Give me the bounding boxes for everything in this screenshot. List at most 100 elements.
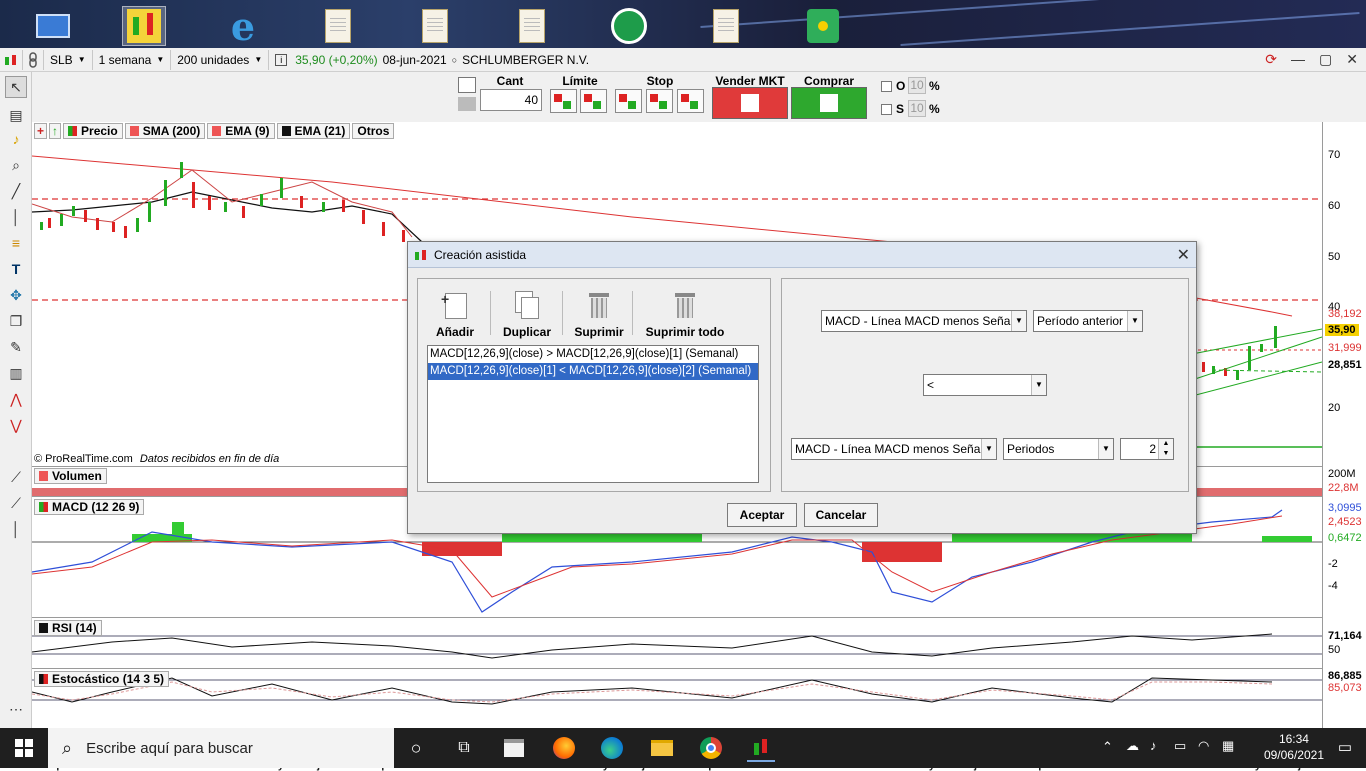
stepper-arrows-icon[interactable]: ▲ ▼ [1158, 439, 1173, 459]
task-view-icon[interactable]: ⧉ [450, 734, 478, 762]
keyboard-icon[interactable] [458, 97, 476, 111]
tray-chevron-up-icon[interactable]: ⌃ [1102, 739, 1113, 755]
stop-sell-button[interactable] [646, 89, 673, 113]
taskbar-clock[interactable]: 16:34 09/06/2021 [1264, 731, 1324, 763]
quantity-input[interactable]: 40 [480, 89, 542, 111]
ruler-icon[interactable]: ▤ [5, 104, 27, 126]
wrench-icon[interactable] [458, 77, 476, 93]
period-combo-2[interactable]: Periodos ▼ [1003, 438, 1114, 460]
notifications-icon[interactable]: ▭ [1338, 738, 1352, 756]
data-note: Datos recibidos en fin de día [139, 453, 280, 465]
info-icon[interactable]: i [275, 53, 288, 66]
o-value-input[interactable]: 10 [908, 77, 926, 94]
desktop-icon-camera[interactable] [607, 6, 651, 46]
stop-limit-button[interactable] [677, 89, 704, 113]
taskbar-search-box[interactable]: ⌕ Escribe aquí para buscar [48, 728, 394, 768]
close-icon[interactable]: ✕ [1346, 51, 1358, 68]
sell-market-button[interactable] [712, 87, 788, 119]
vertical-line-icon[interactable]: │ [5, 206, 27, 228]
copy-icon[interactable]: ❐ [5, 310, 27, 332]
restore-icon[interactable]: ▢ [1319, 51, 1332, 68]
connect-alt-icon[interactable]: ⟋ [5, 492, 27, 514]
delete-button[interactable]: Suprimir [568, 291, 630, 339]
fibonacci-icon[interactable]: ≡ [5, 232, 27, 254]
legend-otros-label: Otros [357, 124, 390, 138]
edge-icon[interactable] [598, 734, 626, 762]
indicator-combo-2[interactable]: MACD - Línea MACD menos Señal ▼ [791, 438, 997, 460]
stop-buy-button[interactable] [615, 89, 642, 113]
tray-keyboard-icon[interactable]: ▦ [1222, 738, 1234, 754]
trendline-icon[interactable]: ╱ [5, 180, 27, 202]
firefox-icon[interactable] [550, 734, 578, 762]
file-explorer-icon[interactable] [648, 734, 676, 762]
text-tool-icon[interactable]: T [5, 258, 27, 280]
stoch-title[interactable]: Estocástico (14 3 5) [34, 671, 170, 687]
desktop-icon-prorealtime[interactable] [122, 6, 166, 46]
units-selector[interactable]: 200 unidades ▼ [171, 49, 270, 70]
legend-ema21[interactable]: EMA (21) [276, 123, 351, 139]
tray-battery-icon[interactable]: ▭ [1174, 738, 1186, 754]
o-checkbox[interactable] [881, 81, 892, 92]
legend-ema9[interactable]: EMA (9) [207, 123, 275, 139]
s-value-input[interactable]: 10 [908, 100, 926, 117]
conditions-list[interactable]: MACD[12,26,9](close) > MACD[12,26,9](clo… [427, 345, 759, 483]
periods-stepper[interactable]: 2 ▲ ▼ [1120, 438, 1174, 460]
refresh-icon[interactable]: ⟳ [1265, 51, 1277, 68]
move-icon[interactable]: ✥ [5, 284, 27, 306]
macd-title[interactable]: MACD (12 26 9) [34, 499, 145, 515]
more-icon[interactable]: ⋯ [5, 698, 27, 720]
limit-sell-button[interactable] [580, 89, 607, 113]
connect-icon[interactable]: ⟋ [5, 466, 27, 488]
zoom-icon[interactable]: ⌕ [5, 154, 27, 176]
windows-start-icon[interactable] [10, 734, 38, 762]
app-logo-icon [0, 49, 23, 70]
dialog-titlebar[interactable]: Creación asistida ✕ [408, 242, 1196, 268]
buy-market-button[interactable] [791, 87, 867, 119]
add-indicator-icon[interactable]: + [34, 123, 48, 139]
minimize-icon[interactable]: — [1291, 51, 1305, 68]
desktop-icon-document[interactable] [704, 6, 748, 46]
link-icon[interactable] [23, 49, 44, 70]
trash-icon[interactable]: ▥ [5, 362, 27, 384]
add-button[interactable]: + Añadir [432, 291, 478, 339]
tray-network-alert-icon[interactable]: ☁ [1126, 738, 1139, 754]
s-checkbox[interactable] [881, 104, 892, 115]
desktop-icon-document[interactable] [413, 6, 457, 46]
volume-title[interactable]: Volumen [34, 468, 107, 484]
macd-axis-label: -4 [1328, 580, 1338, 592]
pointer-icon[interactable]: ↖ [5, 76, 27, 98]
pattern-icon[interactable]: ⋀ [5, 388, 27, 410]
duplicate-button[interactable]: Duplicar [498, 291, 556, 339]
timeframe-selector[interactable]: 1 semana ▼ [93, 49, 172, 70]
desktop-icon-internet-explorer[interactable]: e [221, 4, 265, 49]
close-icon[interactable]: ✕ [1177, 245, 1190, 265]
symbol-selector[interactable]: SLB ▼ [44, 49, 93, 70]
limit-buy-button[interactable] [550, 89, 577, 113]
delete-all-button[interactable]: Suprimir todo [640, 291, 730, 339]
accept-button[interactable]: Aceptar [727, 503, 797, 527]
desktop-icon-computer[interactable] [31, 6, 75, 46]
legend-otros[interactable]: Otros [352, 123, 395, 139]
desktop-icon-document[interactable] [316, 6, 360, 46]
expand-icon[interactable]: ↑ [49, 123, 62, 139]
alert-bell-icon[interactable]: ♪ [5, 128, 27, 150]
desktop-icon-document[interactable] [510, 6, 554, 46]
desktop-icon-key[interactable] [801, 6, 845, 46]
tray-volume-icon[interactable]: ♪ [1150, 738, 1157, 753]
legend-precio[interactable]: Precio [63, 123, 123, 139]
legend-sma[interactable]: SMA (200) [124, 123, 206, 139]
cortana-icon[interactable]: ○ [402, 734, 430, 762]
store-icon[interactable] [500, 734, 528, 762]
rsi-title[interactable]: RSI (14) [34, 620, 102, 636]
pattern-alt-icon[interactable]: ⋁ [5, 414, 27, 436]
magic-wand-icon[interactable]: ✎ [5, 336, 27, 358]
cancel-button[interactable]: Cancelar [804, 503, 878, 527]
operator-combo[interactable]: < ▼ [923, 374, 1047, 396]
tray-wifi-icon[interactable]: ◠ [1198, 738, 1209, 754]
prorealtime-taskbar-icon[interactable] [747, 734, 775, 762]
chrome-icon[interactable] [697, 734, 725, 762]
period-combo-1[interactable]: Período anterior ▼ [1033, 310, 1143, 332]
list-item[interactable]: MACD[12,26,9](close) > MACD[12,26,9](clo… [428, 346, 758, 363]
list-item-selected[interactable]: MACD[12,26,9](close)[1] < MACD[12,26,9](… [428, 363, 758, 380]
indicator-combo-1[interactable]: MACD - Línea MACD menos Señal ▼ [821, 310, 1027, 332]
